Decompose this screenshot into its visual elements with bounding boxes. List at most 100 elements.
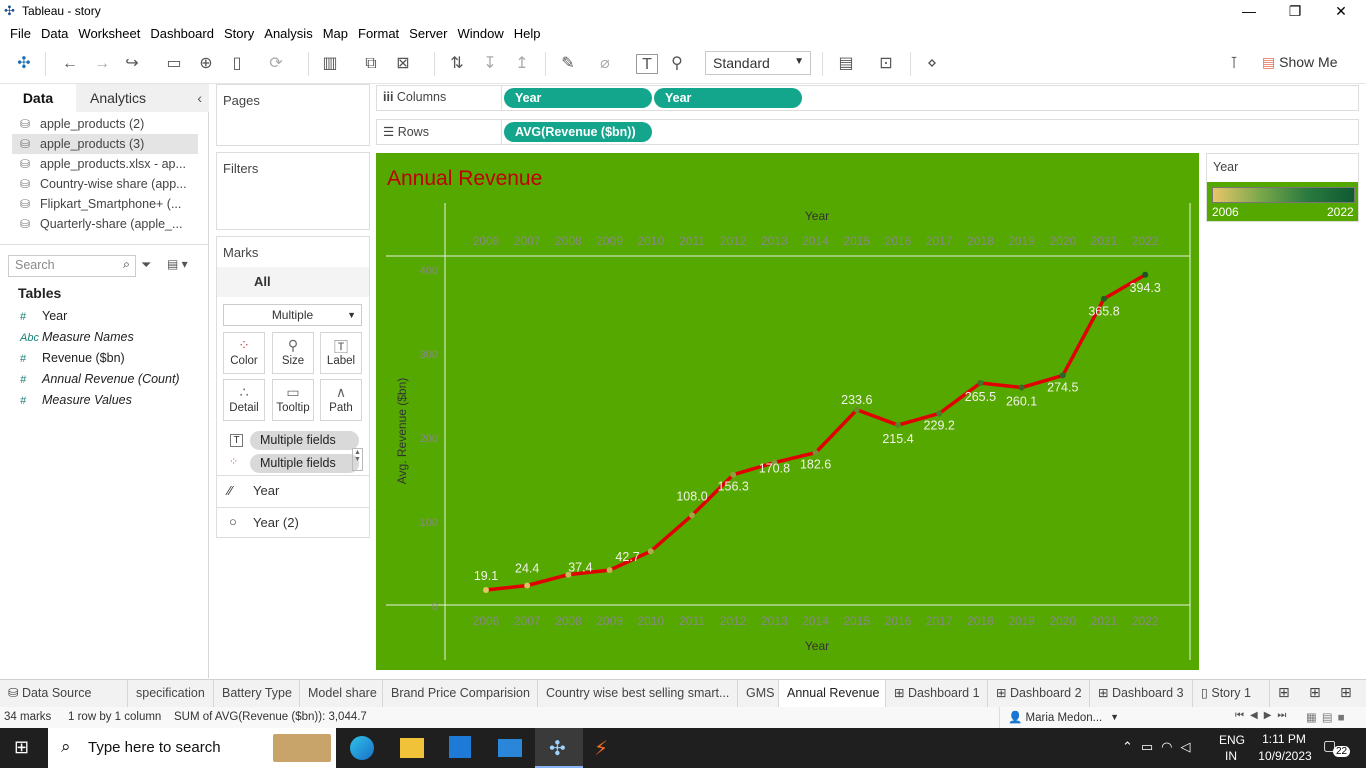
menu-dashboard[interactable]: Dashboard (150, 24, 214, 43)
sheet-tab[interactable]: ⊞ Dashboard 1 (886, 680, 988, 708)
file-explorer-icon[interactable] (400, 738, 424, 758)
datasource-item[interactable]: ⛁ apple_products (2) (20, 114, 200, 134)
new-dashboard-icon[interactable]: ⊞ (1309, 684, 1321, 701)
datasource-item[interactable]: ⛁ Country-wise share (app... (20, 174, 200, 194)
lang-1[interactable]: ENG (1219, 733, 1245, 747)
minimize-button[interactable]: — (1226, 0, 1272, 24)
data-point[interactable] (483, 586, 489, 593)
new-worksheet-icon[interactable]: ⊞ (1278, 684, 1290, 701)
show-cards-icon[interactable]: ▤ (835, 54, 857, 74)
field-item[interactable]: # Annual Revenue (Count) (20, 369, 180, 390)
refresh-icon[interactable]: ⟳ (265, 54, 287, 74)
marks-scroll[interactable]: ▲ ▼ (352, 448, 363, 471)
label-button[interactable]: 🅃 Label (320, 332, 362, 374)
tooltip-button[interactable]: ▭ Tooltip (272, 379, 314, 421)
data-point[interactable] (853, 406, 860, 413)
data-point[interactable] (1018, 384, 1025, 391)
collapse-icon[interactable]: ‹ (197, 84, 202, 112)
store-icon[interactable] (449, 736, 471, 758)
menu-analysis[interactable]: Analysis (264, 24, 312, 43)
data-point[interactable] (1059, 372, 1066, 379)
marks-all-tab[interactable]: All (217, 267, 369, 297)
field-item[interactable]: Abc Measure Names (20, 327, 134, 348)
revenue-line[interactable] (485, 273, 1147, 592)
show-me-button[interactable]: ▤ Show Me (1262, 54, 1337, 71)
menu-data[interactable]: Data (41, 24, 68, 43)
fit-select[interactable]: Standard ▼ (705, 51, 811, 75)
mark-type-select[interactable]: Multiple ▼ (223, 304, 362, 326)
field-item[interactable]: # Year (20, 306, 67, 327)
share-icon[interactable]: ⋄ (921, 54, 943, 74)
pause-updates-icon[interactable]: ▯ (226, 54, 248, 74)
menu-file[interactable]: File (10, 24, 31, 43)
field-item[interactable]: # Measure Values (20, 390, 132, 411)
sheet-tab[interactable]: Model share (300, 680, 383, 708)
user-menu[interactable]: 👤 Maria Medon... ▼ (999, 707, 1125, 728)
columns-pill-year[interactable]: Year (504, 88, 652, 108)
data-point[interactable] (647, 548, 654, 555)
tableau-home-icon[interactable]: ✣ (13, 54, 35, 74)
view-options-icon[interactable]: ▤ ▾ (167, 257, 188, 271)
color-legend[interactable]: Year 2006 2022 (1206, 153, 1359, 222)
pages-card[interactable]: Pages (216, 84, 370, 146)
path-button[interactable]: ∧ Path (320, 379, 362, 421)
replay-icon[interactable]: ↪ (121, 54, 143, 74)
menu-help[interactable]: Help (514, 24, 541, 43)
search-input[interactable]: Search ⌕ (8, 255, 136, 277)
menu-server[interactable]: Server (409, 24, 447, 43)
datasource-item[interactable]: ⛁ Flipkart_Smartphone+ (... (20, 194, 200, 214)
menu-map[interactable]: Map (323, 24, 348, 43)
app-icon[interactable]: ⚡ (594, 736, 608, 761)
restore-button[interactable]: ❐ (1272, 0, 1318, 24)
columns-pill-year-2[interactable]: Year (654, 88, 802, 108)
data-point[interactable] (977, 379, 984, 386)
rows-pill-revenue[interactable]: AVG(Revenue ($bn)) (504, 122, 652, 142)
lang-2[interactable]: IN (1225, 749, 1237, 763)
filters-card[interactable]: Filters (216, 152, 370, 230)
data-point[interactable] (1142, 271, 1149, 278)
pin-icon[interactable]: ⚲ (666, 54, 688, 74)
sheet-tab[interactable]: specification (128, 680, 214, 708)
menu-story[interactable]: Story (224, 24, 254, 43)
clock-time[interactable]: 1:11 PM (1261, 732, 1307, 746)
windows-start-icon[interactable]: ⊞ (14, 737, 29, 758)
sort-asc-icon[interactable]: ↧ (479, 54, 501, 74)
color-field-pill[interactable]: Multiple fields (250, 454, 359, 473)
sheet-tab[interactable]: Annual Revenue (779, 680, 886, 708)
label-field-pill[interactable]: Multiple fields (250, 431, 359, 450)
size-button[interactable]: ⚲ Size (272, 332, 314, 374)
sheet-tab[interactable]: ⛁ Data Source (0, 680, 128, 708)
sheet-nav-icons[interactable]: ⏮◀▶⏭ (1235, 710, 1292, 721)
presentation-icon[interactable]: ⊡ (875, 54, 897, 74)
tab-data[interactable]: Data (0, 84, 76, 112)
data-point[interactable] (812, 449, 819, 456)
datasource-item[interactable]: ⛁ apple_products (3) (12, 134, 198, 154)
undo-icon[interactable]: ← (59, 54, 81, 74)
close-button[interactable]: ✕ (1318, 0, 1364, 24)
data-point[interactable] (1101, 295, 1107, 302)
datasource-item[interactable]: ⛁ Quarterly-share (apple_... (20, 214, 200, 234)
datasource-item[interactable]: ⛁ apple_products.xlsx - ap... (20, 154, 200, 174)
new-worksheet-icon[interactable]: ▥ (319, 54, 341, 74)
menu-window[interactable]: Window (457, 24, 503, 43)
sheet-tab[interactable]: Brand Price Comparision (383, 680, 538, 708)
sort-desc-icon[interactable]: ↥ (511, 54, 533, 74)
taskbar-search[interactable]: ⌕ Type here to search (48, 728, 336, 768)
data-point[interactable] (689, 512, 695, 519)
swap-icon[interactable]: ⇅ (446, 54, 468, 74)
field-item[interactable]: # Revenue ($bn) (20, 348, 125, 369)
menu-format[interactable]: Format (358, 24, 399, 43)
edge-icon[interactable] (350, 736, 374, 760)
clear-sheet-icon[interactable]: ⊠ (392, 54, 414, 74)
new-datasource-icon[interactable]: ⊕ (195, 54, 217, 74)
new-story-icon[interactable]: ⊞ (1340, 684, 1352, 701)
sheet-tab[interactable]: ⊞ Dashboard 2 (988, 680, 1090, 708)
sheet-tab[interactable]: ⊞ Dashboard 3 (1090, 680, 1193, 708)
data-point[interactable] (936, 410, 943, 417)
sheet-tab[interactable]: Country wise best selling smart... (538, 680, 738, 708)
duplicate-sheet-icon[interactable]: ⧉ (360, 54, 382, 74)
sheet-tab[interactable]: ▯ Story 1 (1193, 680, 1270, 708)
tableau-taskbar-app[interactable]: ✣ (535, 728, 583, 768)
redo-icon[interactable]: → (91, 54, 113, 74)
group-icon[interactable]: ⌀ (594, 54, 616, 74)
